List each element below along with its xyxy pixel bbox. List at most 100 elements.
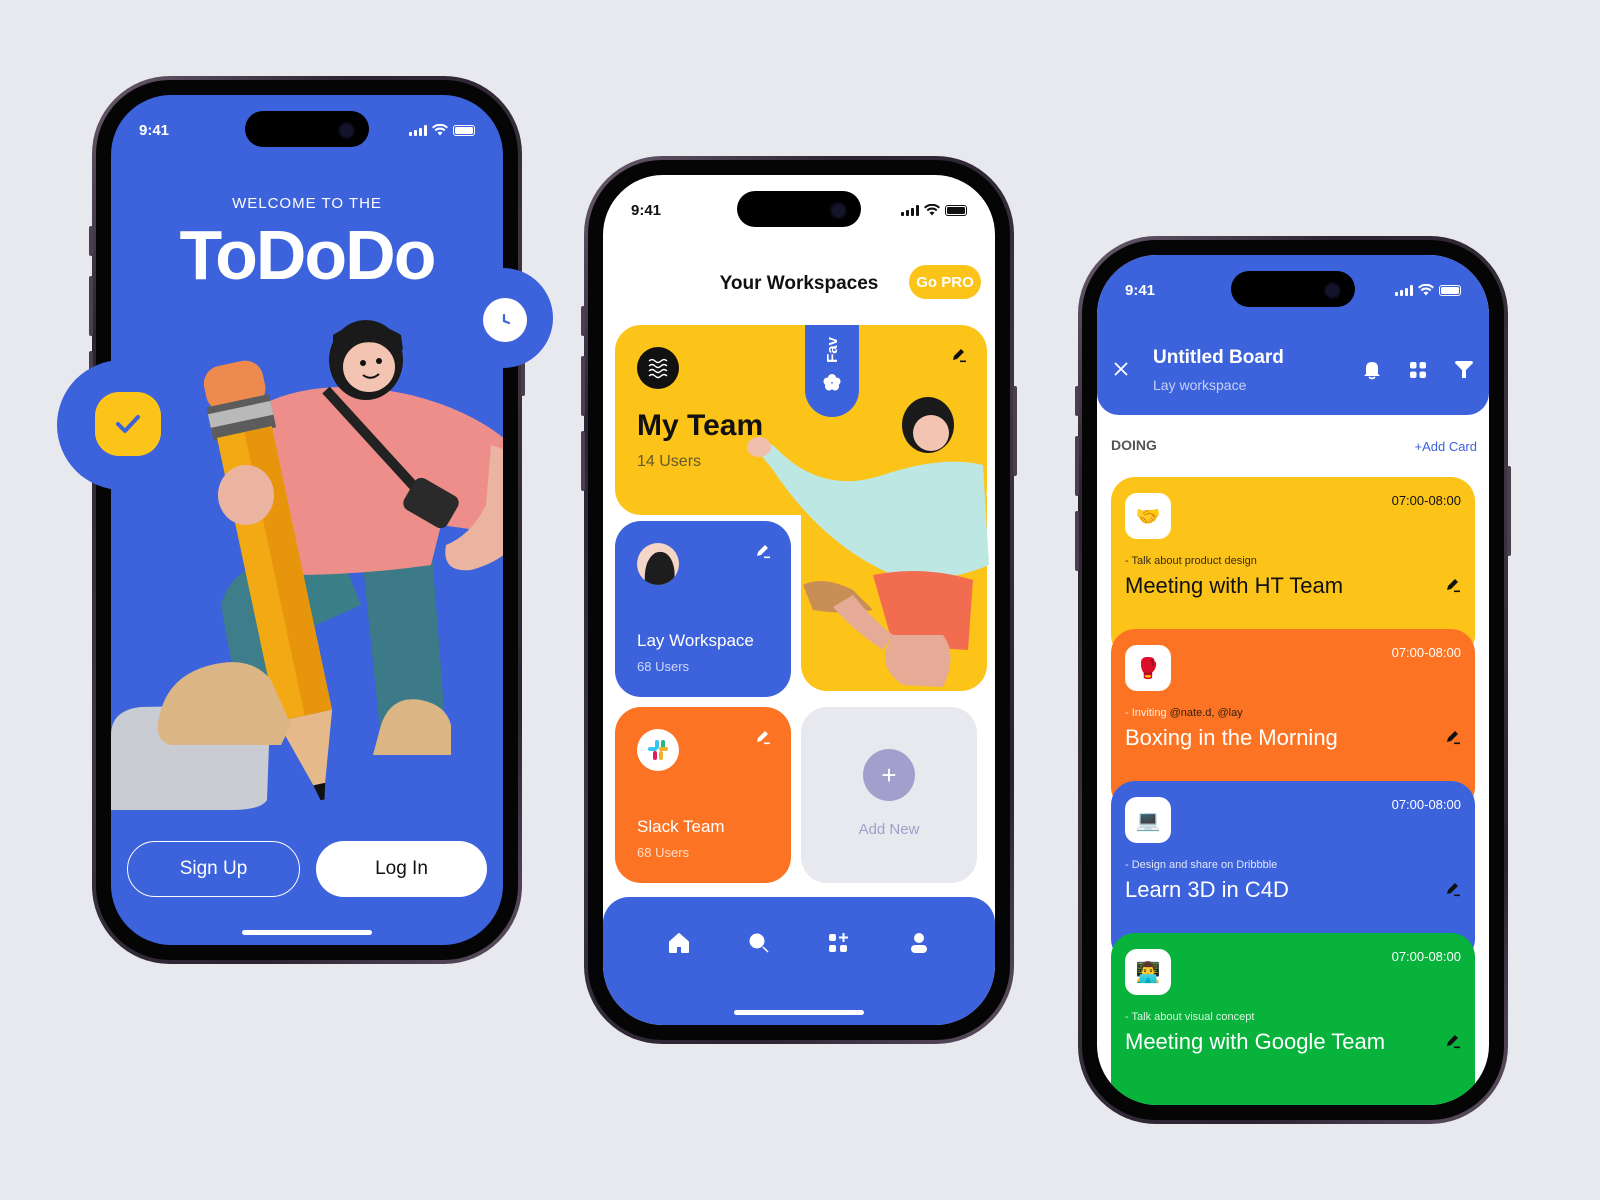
filter-button[interactable] <box>1453 359 1475 381</box>
slack-icon <box>648 740 668 760</box>
task-card[interactable]: 👨‍💻 07:00-08:00 - Talk about visual concep… <box>1111 933 1475 1105</box>
bell-icon <box>1364 362 1380 380</box>
signal-icon <box>901 204 919 216</box>
dog-photo-icon <box>644 551 675 585</box>
wifi-icon <box>1418 284 1434 296</box>
go-pro-button[interactable]: Go PRO <box>909 265 981 299</box>
task-time: 07:00-08:00 <box>1391 493 1461 508</box>
mute-switch <box>1075 386 1079 416</box>
close-icon[interactable] <box>1113 361 1129 377</box>
column-title: DOING <box>1111 437 1157 453</box>
task-time: 07:00-08:00 <box>1391 797 1461 812</box>
fav-label: Fav <box>823 337 841 363</box>
task-description: - Talk about product design <box>1125 555 1257 567</box>
task-description: - Talk about visual concept <box>1125 1011 1254 1023</box>
wifi-icon <box>432 124 448 136</box>
task-description-text: - Inviting <box>1125 707 1170 719</box>
task-emoji-icon: 💻 <box>1125 797 1171 843</box>
workspace-users: 68 Users <box>637 659 690 674</box>
board-screen: Untitled Board Lay workspace 9:41 DOING … <box>1097 255 1489 1105</box>
profile-icon <box>911 933 927 953</box>
add-new-workspace[interactable]: + Add New <box>801 707 977 883</box>
board-title: Untitled Board <box>1153 347 1284 368</box>
status-time: 9:41 <box>1125 281 1156 299</box>
mute-switch <box>89 226 93 256</box>
edit-icon[interactable] <box>1445 881 1461 897</box>
check-icon <box>116 415 140 433</box>
dog-avatar <box>637 543 679 585</box>
add-card-link[interactable]: +Add Card <box>1414 439 1477 454</box>
battery-icon <box>453 124 475 136</box>
workspace-users: 68 Users <box>637 845 690 860</box>
signal-icon <box>1395 284 1413 296</box>
flower-icon <box>823 373 841 391</box>
task-title: Meeting with HT Team <box>1125 573 1344 598</box>
grid-button[interactable] <box>1407 359 1429 381</box>
task-description-text: - Talk about visual concept <box>1125 1011 1255 1023</box>
edit-icon[interactable] <box>951 347 967 363</box>
board-subtitle: Lay workspace <box>1153 377 1247 393</box>
tab-profile[interactable] <box>907 931 931 955</box>
check-badge <box>57 360 187 490</box>
workspaces-screen: 9:41 Your Workspaces Go PRO Fav My Team … <box>603 175 995 1025</box>
app-title: ToDoDo <box>179 216 437 294</box>
edit-icon[interactable] <box>755 543 771 559</box>
welcome-eyebrow: WELCOME TO THE <box>232 195 382 212</box>
log-in-button[interactable]: Log In <box>316 841 487 897</box>
home-indicator[interactable] <box>242 930 372 935</box>
edit-icon[interactable] <box>1445 577 1461 593</box>
task-time: 07:00-08:00 <box>1391 645 1461 660</box>
sign-up-button[interactable]: Sign Up <box>127 841 300 897</box>
task-description-text: - Talk about product design <box>1125 555 1257 567</box>
task-mentions[interactable]: @nate.d, @lay <box>1170 707 1243 719</box>
task-emoji-icon: 👨‍💻 <box>1125 949 1171 995</box>
notifications-button[interactable] <box>1361 359 1383 381</box>
volume-down-button <box>581 431 585 491</box>
task-description-text: - Design and share on Dribbble <box>1125 859 1278 871</box>
add-new-label: Add New <box>858 821 920 838</box>
workspace-card-slack[interactable]: Slack Team 68 Users <box>615 707 791 883</box>
volume-up-button <box>89 276 93 336</box>
task-description: - Design and share on Dribbble <box>1125 859 1277 871</box>
mute-switch <box>581 306 585 336</box>
clock-badge <box>453 268 553 368</box>
tab-search[interactable] <box>747 931 771 955</box>
power-button <box>1507 466 1511 556</box>
dynamic-island <box>737 191 861 227</box>
task-title: Meeting with Google Team <box>1125 1029 1386 1054</box>
waves-logo-icon <box>648 358 668 379</box>
dynamic-island <box>245 111 369 147</box>
tab-apps[interactable] <box>827 931 851 955</box>
home-indicator[interactable] <box>734 1010 864 1015</box>
volume-up-button <box>1075 436 1079 496</box>
slack-logo <box>637 729 679 771</box>
workspace-users: 14 Users <box>637 453 702 470</box>
edit-icon[interactable] <box>755 729 771 745</box>
tab-home[interactable] <box>667 931 691 955</box>
team-logo <box>637 347 679 389</box>
grid-icon <box>1410 362 1426 378</box>
search-icon <box>749 933 769 953</box>
filter-icon <box>1455 361 1473 378</box>
home-icon <box>669 933 689 953</box>
task-time: 07:00-08:00 <box>1391 949 1461 964</box>
task-emoji-icon: 🥊 <box>1125 645 1171 691</box>
phone-welcome: 9:41 WELCOME TO THE ToDoDo Sign Up Log I… <box>89 76 525 964</box>
clock-icon <box>502 313 511 325</box>
status-time: 9:41 <box>631 201 662 219</box>
signal-icon <box>409 124 427 136</box>
volume-down-button <box>1075 511 1079 571</box>
edit-icon[interactable] <box>1445 729 1461 745</box>
dynamic-island <box>1231 271 1355 307</box>
wifi-icon <box>924 204 940 216</box>
task-title: Boxing in the Morning <box>1125 725 1338 750</box>
edit-icon[interactable] <box>1445 1033 1461 1049</box>
phone-workspaces: 9:41 Your Workspaces Go PRO Fav My Team … <box>581 156 1017 1044</box>
battery-icon <box>945 204 967 216</box>
volume-up-button <box>581 356 585 416</box>
task-description: - Inviting @nate.d, @lay <box>1125 707 1243 719</box>
workspace-card-lay[interactable]: Lay Workspace 68 Users <box>615 521 791 697</box>
battery-icon <box>1439 284 1461 296</box>
workspace-name: Lay Workspace <box>637 631 754 650</box>
plus-icon: + <box>863 749 915 801</box>
